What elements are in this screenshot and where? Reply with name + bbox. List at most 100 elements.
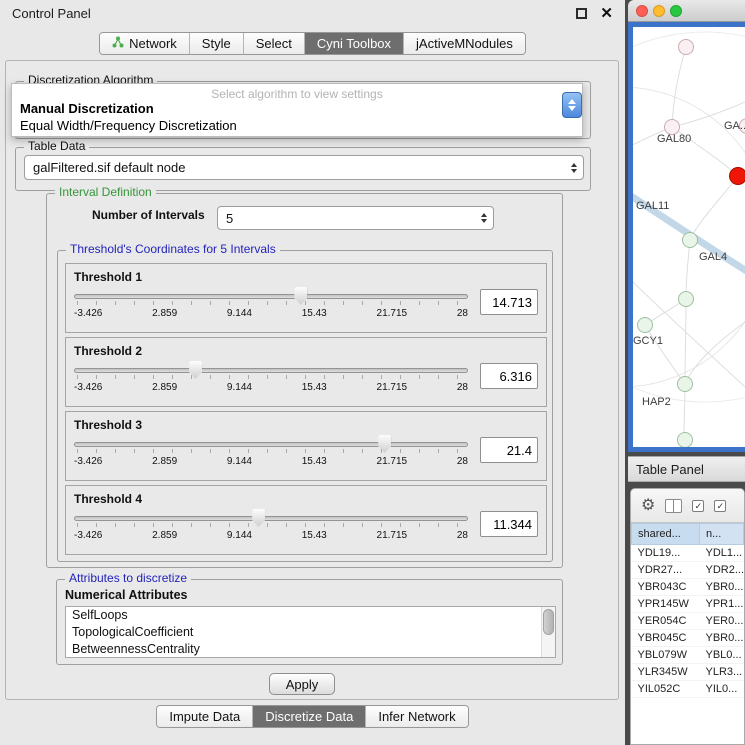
tab-label: Select <box>256 36 292 51</box>
table-row[interactable]: YBR045CYBR0... <box>632 630 744 647</box>
minimize-traffic-light-icon[interactable] <box>653 5 665 17</box>
table-cell[interactable]: YER0... <box>700 613 744 630</box>
threshold-slider[interactable] <box>74 433 468 455</box>
dropdown-option-manual-discretization[interactable]: Manual Discretization <box>12 100 582 117</box>
table-row[interactable]: YLR345WYLR3... <box>632 664 744 681</box>
table-cell[interactable]: YLR345W <box>632 664 700 681</box>
attribute-list-item[interactable]: TopologicalCoefficient <box>66 624 555 641</box>
slider-scale: -3.4262.8599.14415.4321.71528 <box>74 308 468 319</box>
tab-jactivemnodules[interactable]: jActiveMNodules <box>403 33 525 54</box>
table-cell[interactable]: YPR1... <box>700 596 744 613</box>
table-row[interactable]: YIL052CYIL0... <box>632 681 744 698</box>
group-title: Table Data <box>24 139 89 153</box>
bottom-tab-bar: Impute Data Discretize Data Infer Networ… <box>0 705 625 728</box>
slider-thumb[interactable] <box>378 435 391 453</box>
table-row[interactable]: YDR27...YDR2... <box>632 562 744 579</box>
float-window-icon[interactable] <box>576 8 587 19</box>
select-none-checkbox-icon[interactable]: ✓ <box>714 500 726 512</box>
table-cell[interactable]: YBR0... <box>700 579 744 596</box>
network-canvas[interactable]: GAL80GA...GAL11GAL4GCY1HAP2 <box>633 27 745 447</box>
table-cell[interactable]: YBR045C <box>632 630 700 647</box>
list-scrollbar[interactable] <box>541 607 555 657</box>
network-node[interactable] <box>637 317 653 333</box>
column-header-name[interactable]: n... <box>700 524 744 545</box>
slider-thumb[interactable] <box>189 361 202 379</box>
columns-icon[interactable] <box>665 499 682 513</box>
threshold-value[interactable]: 14.713 <box>480 289 538 315</box>
algorithm-combo-stepper-icon[interactable] <box>562 92 582 118</box>
table-data-combo[interactable]: galFiltered.sif default node <box>24 155 584 180</box>
apply-button[interactable]: Apply <box>269 673 335 695</box>
dropdown-option-equal-width-frequency[interactable]: Equal Width/Frequency Discretization <box>12 117 582 134</box>
network-node[interactable] <box>677 376 693 392</box>
tab-discretize-data[interactable]: Discretize Data <box>252 706 365 727</box>
threshold-slider[interactable] <box>74 285 468 307</box>
threshold-label: Threshold 4 <box>66 486 546 506</box>
table-panel-header[interactable]: Table Panel <box>628 456 745 482</box>
control-panel: Control Panel ✕ Network Style <box>0 0 625 745</box>
threshold-slider[interactable] <box>74 359 468 381</box>
network-node[interactable] <box>678 39 694 55</box>
tab-cyni-toolbox[interactable]: Cyni Toolbox <box>304 33 403 54</box>
table-cell[interactable]: YIL0... <box>700 681 744 698</box>
table-cell[interactable]: YIL052C <box>632 681 700 698</box>
attribute-list-item[interactable]: BetweennessCentrality <box>66 641 555 658</box>
tab-style[interactable]: Style <box>189 33 243 54</box>
number-of-intervals-label: Number of Intervals <box>92 208 205 222</box>
tab-network[interactable]: Network <box>100 33 189 54</box>
zoom-traffic-light-icon[interactable] <box>670 5 682 17</box>
threshold-value[interactable]: 21.4 <box>480 437 538 463</box>
scale-label: 15.43 <box>302 308 327 319</box>
select-all-checkbox-icon[interactable]: ✓ <box>692 500 704 512</box>
slider-scale: -3.4262.8599.14415.4321.71528 <box>74 382 468 393</box>
table-cell[interactable]: YBR043C <box>632 579 700 596</box>
scale-label: 9.144 <box>227 456 252 467</box>
tab-infer-network[interactable]: Infer Network <box>365 706 467 727</box>
table-cell[interactable]: YER054C <box>632 613 700 630</box>
scale-label: 28 <box>457 308 468 319</box>
close-traffic-light-icon[interactable] <box>636 5 648 17</box>
scrollbar-thumb[interactable] <box>543 609 554 635</box>
table-row[interactable]: YBL079WYBL0... <box>632 647 744 664</box>
group-title: Interval Definition <box>55 185 156 199</box>
slider-thumb[interactable] <box>294 287 307 305</box>
node-table-body: YDL19...YDL1...YDR27...YDR2...YBR043CYBR… <box>632 545 744 698</box>
column-header-shared-name[interactable]: shared... <box>632 524 700 545</box>
table-panel-window: ⚙ ✓ ✓ shared... n... YDL19...YDL1...YDR2… <box>630 488 745 745</box>
scale-label: 15.43 <box>302 456 327 467</box>
table-cell[interactable]: YDR2... <box>700 562 744 579</box>
threshold-label: Threshold 1 <box>66 264 546 284</box>
threshold-value[interactable]: 11.344 <box>480 511 538 537</box>
table-cell[interactable]: YBR0... <box>700 630 744 647</box>
panel-title: Control Panel <box>12 6 91 21</box>
table-cell[interactable]: YBL0... <box>700 647 744 664</box>
threshold-slider[interactable] <box>74 507 468 529</box>
table-cell[interactable]: YDL19... <box>632 545 700 562</box>
table-row[interactable]: YDL19...YDL1... <box>632 545 744 562</box>
network-tab-icon <box>112 36 124 51</box>
table-row[interactable]: YER054CYER0... <box>632 613 744 630</box>
network-node[interactable] <box>682 232 698 248</box>
attribute-list-item[interactable]: SelfLoops <box>66 607 555 624</box>
table-cell[interactable]: YDL1... <box>700 545 744 562</box>
tab-select[interactable]: Select <box>243 33 304 54</box>
slider-thumb[interactable] <box>252 509 265 527</box>
scale-label: 15.43 <box>302 530 327 541</box>
table-cell[interactable]: YDR27... <box>632 562 700 579</box>
network-node[interactable] <box>677 432 693 447</box>
threshold-panel-2: Threshold 2 -3.4262.8599.14415.4321.7152… <box>65 337 547 407</box>
close-icon[interactable]: ✕ <box>600 6 613 21</box>
tab-impute-data[interactable]: Impute Data <box>157 706 252 727</box>
table-cell[interactable]: YBL079W <box>632 647 700 664</box>
table-row[interactable]: YBR043CYBR0... <box>632 579 744 596</box>
scale-label: 2.859 <box>152 456 177 467</box>
threshold-value[interactable]: 6.316 <box>480 363 538 389</box>
algorithm-dropdown-popup: Select algorithm to view settings Manual… <box>11 83 583 137</box>
network-node[interactable] <box>678 291 694 307</box>
table-cell[interactable]: YLR3... <box>700 664 744 681</box>
table-row[interactable]: YPR145WYPR1... <box>632 596 744 613</box>
number-of-intervals-combo[interactable]: 5 <box>217 206 494 230</box>
network-node[interactable] <box>729 167 745 185</box>
gear-icon[interactable]: ⚙ <box>641 498 655 514</box>
table-cell[interactable]: YPR145W <box>632 596 700 613</box>
